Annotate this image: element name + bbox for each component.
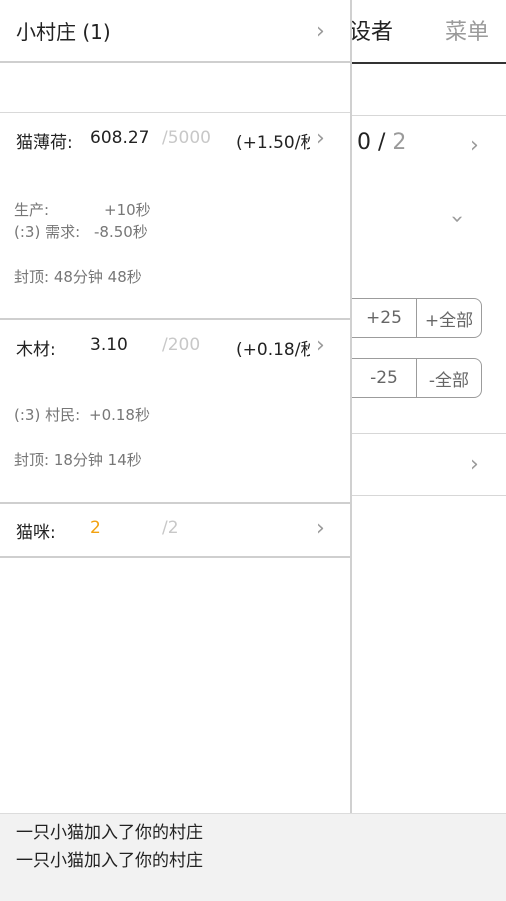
- resource-name: 猫咪:: [16, 523, 56, 543]
- resource-name: 木材:: [16, 340, 56, 360]
- detail-value: +0.18秒: [89, 406, 150, 424]
- resource-max: /5000: [162, 128, 211, 148]
- resource-rate: (+0.18/秒: [236, 340, 310, 360]
- resource-catnip[interactable]: 猫薄荷: 608.27 /5000 (+1.50/秒 › 生产: +10秒 (:…: [0, 113, 350, 318]
- divider: [349, 495, 506, 496]
- resource-max: /2: [162, 518, 179, 538]
- tab-menu[interactable]: 菜单: [445, 14, 489, 46]
- add-25-button[interactable]: +25: [351, 299, 416, 337]
- divider: [349, 433, 506, 434]
- chevron-right-icon[interactable]: ›: [316, 128, 325, 150]
- resource-value: 2: [90, 518, 101, 538]
- remove-all-button[interactable]: -全部: [416, 359, 481, 397]
- resource-max: /200: [162, 335, 201, 355]
- panel-title: 小村庄 (1): [16, 20, 111, 44]
- chevron-right-icon[interactable]: ›: [470, 135, 479, 157]
- chevron-down-icon[interactable]: ›: [444, 215, 469, 224]
- resource-wood[interactable]: 木材: 3.10 /200 (+0.18/秒 › (:3) 村民: +0.18秒…: [0, 320, 350, 502]
- remove-buttons: -25 -全部: [344, 358, 482, 398]
- detail-label: (:3) 村民:: [14, 406, 81, 424]
- divider: [0, 556, 350, 558]
- tab-workers[interactable]: 设者: [349, 14, 393, 46]
- resource-value: 3.10: [90, 335, 128, 355]
- log-line: 一只小猫加入了你的村庄: [16, 851, 203, 871]
- add-buttons: +25 +全部: [344, 298, 482, 338]
- detail-value: -8.50秒: [94, 223, 148, 241]
- chevron-right-icon[interactable]: ›: [316, 21, 325, 43]
- worker-count-max: 2: [392, 130, 407, 155]
- worker-count-sep: /: [371, 130, 393, 155]
- cap-time: 封顶: 48分钟 48秒: [14, 268, 142, 286]
- message-log: 一只小猫加入了你的村庄 一只小猫加入了你的村庄: [0, 813, 506, 901]
- resource-kittens[interactable]: 猫咪: 2 /2 ›: [0, 504, 350, 556]
- chevron-right-icon[interactable]: ›: [316, 518, 325, 540]
- worker-count-value: 0: [357, 130, 371, 155]
- resource-name: 猫薄荷:: [16, 133, 73, 153]
- cap-time: 封顶: 18分钟 14秒: [14, 451, 142, 469]
- resource-value: 608.27: [90, 128, 150, 148]
- resource-rate: (+1.50/秒: [236, 133, 310, 153]
- divider: [349, 115, 506, 116]
- resource-panel: 小村庄 (1) › 猫薄荷: 608.27 /5000 (+1.50/秒 › 生…: [0, 0, 352, 813]
- active-tab-underline: [349, 62, 506, 64]
- remove-25-button[interactable]: -25: [351, 359, 416, 397]
- log-line: 一只小猫加入了你的村庄: [16, 823, 203, 843]
- detail-value: +10秒: [104, 201, 151, 219]
- worker-count: 0 / 2: [357, 130, 406, 155]
- add-all-button[interactable]: +全部: [416, 299, 481, 337]
- detail-label: 生产:: [14, 201, 50, 219]
- detail-label: (:3) 需求:: [14, 223, 81, 241]
- chevron-right-icon[interactable]: ›: [316, 335, 325, 357]
- divider: [0, 61, 350, 63]
- chevron-right-icon[interactable]: ›: [470, 454, 479, 476]
